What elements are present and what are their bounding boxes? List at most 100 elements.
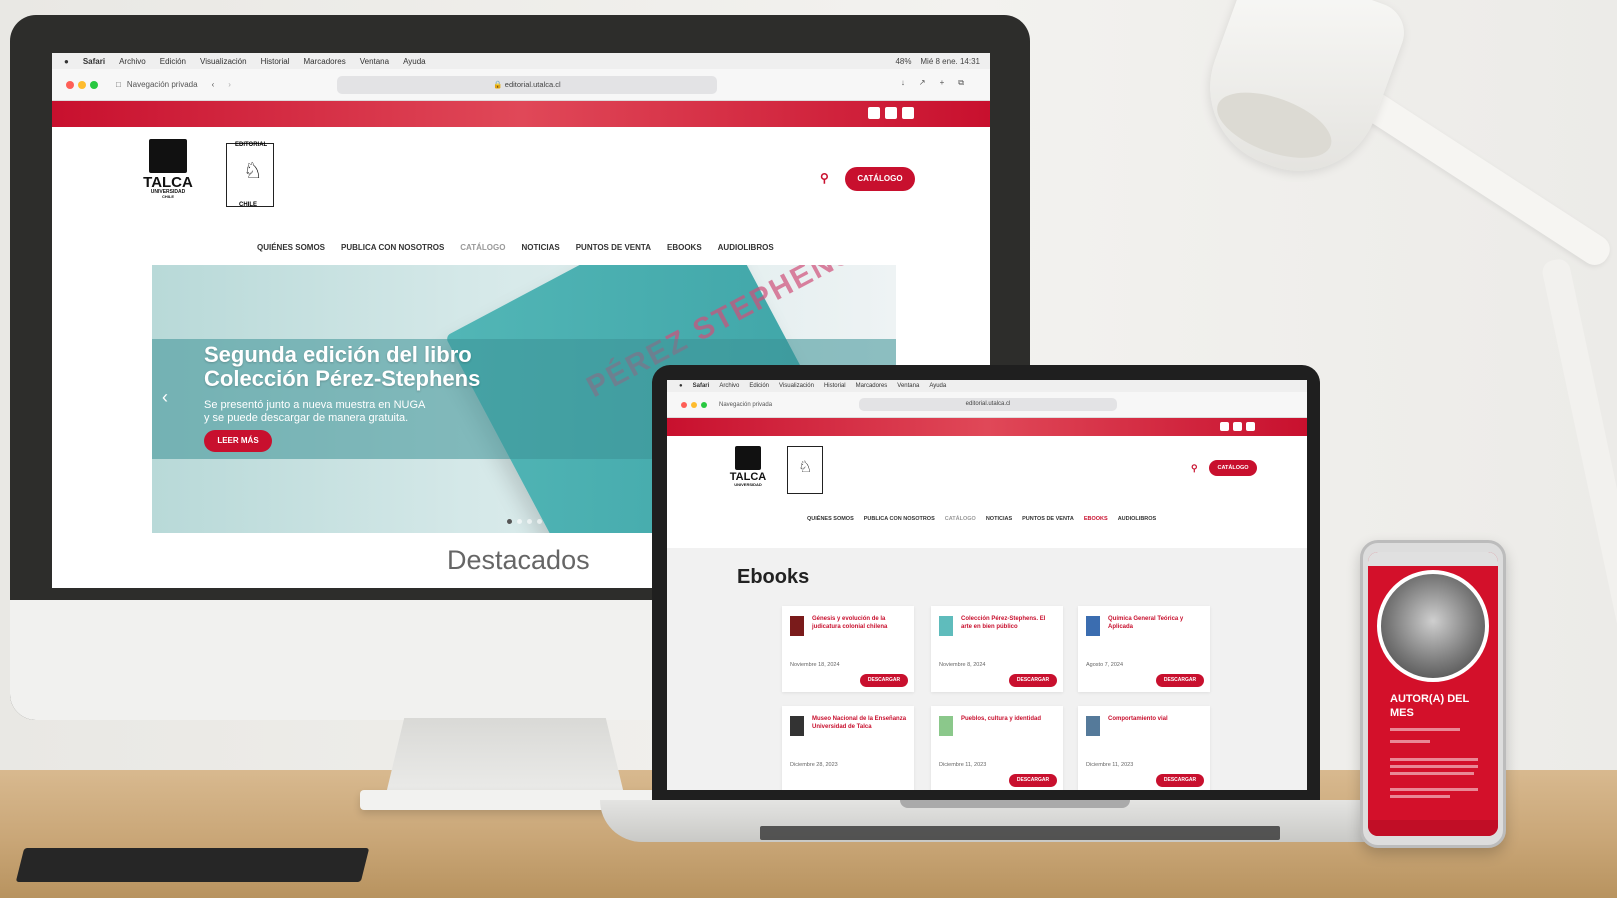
logo-universidad-text: UNIVERSIDAD <box>734 482 762 487</box>
slider-prev-icon[interactable]: ‹ <box>162 387 168 408</box>
slider-dot[interactable] <box>517 519 522 524</box>
slider-dot[interactable] <box>527 519 532 524</box>
utalca-logo[interactable]: TALCA UNIVERSIDAD CHILE <box>138 139 198 199</box>
nav-ebooks[interactable]: EBOOKS <box>667 243 702 252</box>
hero-title-line1: Segunda edición del libro <box>204 342 472 367</box>
ebook-date: Diciembre 28, 2023 <box>790 762 838 768</box>
apple-icon[interactable]: ● <box>679 383 683 389</box>
nav-catalogo[interactable]: CATÁLOGO <box>945 516 976 522</box>
catalog-button[interactable]: CATÁLOGO <box>845 167 915 191</box>
ebook-title[interactable]: Colección Pérez-Stephens. El arte en bie… <box>961 615 1057 631</box>
ebook-title[interactable]: Química General Teórica y Aplicada <box>1108 615 1204 631</box>
instagram-icon[interactable] <box>868 107 880 119</box>
menu-marcadores[interactable]: Marcadores <box>856 383 888 389</box>
twitter-icon[interactable] <box>1233 422 1242 431</box>
slider-dot[interactable] <box>507 519 512 524</box>
toolbar-actions[interactable]: ↓↗+⧉ <box>901 78 978 88</box>
editorial-emblem-icon: ♘ <box>243 158 263 183</box>
minimize-window-button[interactable] <box>78 80 86 89</box>
search-icon[interactable]: ⚲ <box>820 171 829 185</box>
sidebar-icon[interactable]: □ <box>116 80 121 89</box>
author-avatar[interactable] <box>1377 570 1489 682</box>
twitter-icon[interactable] <box>885 107 897 119</box>
zoom-window-button[interactable] <box>90 80 98 89</box>
menu-ayuda[interactable]: Ayuda <box>929 383 946 389</box>
menu-archivo[interactable]: Archivo <box>719 383 739 389</box>
nav-quienes-somos[interactable]: QUIÉNES SOMOS <box>807 516 854 522</box>
search-icon[interactable]: ⚲ <box>1191 463 1198 474</box>
menu-safari[interactable]: Safari <box>83 57 105 66</box>
nav-quienes-somos[interactable]: QUIÉNES SOMOS <box>257 243 325 252</box>
ebook-title[interactable]: Pueblos, cultura y identidad <box>961 715 1057 723</box>
section-title-destacados: Destacados <box>447 545 590 575</box>
download-button[interactable]: DESCARGAR <box>1009 674 1057 687</box>
nav-noticias[interactable]: NOTICIAS <box>521 243 559 252</box>
laptop-menubar: ● Safari Archivo Edición Visualización H… <box>667 380 1307 392</box>
menu-archivo[interactable]: Archivo <box>119 57 146 66</box>
nav-noticias[interactable]: NOTICIAS <box>986 516 1012 522</box>
editorial-logo[interactable]: ♘ <box>787 446 823 494</box>
youtube-icon[interactable] <box>902 107 914 119</box>
black-notebook <box>15 848 370 882</box>
author-of-month-title: AUTOR(A) DEL MES <box>1390 693 1470 719</box>
zoom-window-button[interactable] <box>701 401 707 408</box>
editorial-logo[interactable]: EDITORIAL ♘ CHILE <box>226 142 274 208</box>
minimize-window-button[interactable] <box>691 401 697 408</box>
ebook-card[interactable]: Comportamiento vial Diciembre 11, 2023 D… <box>1078 706 1210 790</box>
ebook-card[interactable]: Pueblos, cultura y identidad Diciembre 1… <box>931 706 1063 790</box>
author-name-line <box>1390 728 1460 731</box>
menu-safari[interactable]: Safari <box>693 383 710 389</box>
address-bar-url: editorial.utalca.cl <box>504 80 561 89</box>
address-bar[interactable]: 🔒 editorial.utalca.cl <box>337 76 717 94</box>
laptop-screen: ● Safari Archivo Edición Visualización H… <box>667 380 1307 790</box>
menu-historial[interactable]: Historial <box>824 383 846 389</box>
text-line <box>1390 788 1478 791</box>
close-window-button[interactable] <box>681 401 687 408</box>
menu-marcadores[interactable]: Marcadores <box>303 57 345 66</box>
download-button[interactable]: DESCARGAR <box>860 674 908 687</box>
text-line <box>1390 758 1478 761</box>
menu-historial[interactable]: Historial <box>261 57 290 66</box>
nav-puntos-de-venta[interactable]: PUNTOS DE VENTA <box>576 243 651 252</box>
ebook-card[interactable]: Colección Pérez-Stephens. El arte en bie… <box>931 606 1063 692</box>
logo-chile-text: CHILE <box>162 194 174 199</box>
nav-audiolibros[interactable]: AUDIOLIBROS <box>1118 516 1157 522</box>
laptop-address-bar[interactable]: editorial.utalca.cl <box>859 398 1117 411</box>
ebook-date: Noviembre 8, 2024 <box>939 662 986 668</box>
youtube-icon[interactable] <box>1246 422 1255 431</box>
download-button[interactable]: DESCARGAR <box>1156 674 1204 687</box>
instagram-icon[interactable] <box>1220 422 1229 431</box>
nav-publica[interactable]: PUBLICA CON NOSOTROS <box>864 516 935 522</box>
ebook-date: Diciembre 11, 2023 <box>939 762 987 768</box>
ebook-title[interactable]: Museo Nacional de la Enseñanza Universid… <box>812 715 908 731</box>
ebook-title[interactable]: Génesis y evolución de la judicatura col… <box>812 615 908 631</box>
menu-ventana[interactable]: Ventana <box>897 383 919 389</box>
menu-ayuda[interactable]: Ayuda <box>403 57 426 66</box>
menu-visualizacion[interactable]: Visualización <box>200 57 247 66</box>
catalog-button[interactable]: CATÁLOGO <box>1209 460 1257 476</box>
ebook-title[interactable]: Comportamiento vial <box>1108 715 1204 723</box>
forward-icon[interactable]: › <box>228 80 231 89</box>
nav-puntos-de-venta[interactable]: PUNTOS DE VENTA <box>1022 516 1074 522</box>
menu-edicion[interactable]: Edición <box>749 383 769 389</box>
close-window-button[interactable] <box>66 80 74 89</box>
phone-footer <box>1368 820 1498 836</box>
read-more-button[interactable]: LEER MÁS <box>204 430 272 452</box>
ebook-card[interactable]: Museo Nacional de la Enseñanza Universid… <box>782 706 914 790</box>
menu-visualizacion[interactable]: Visualización <box>779 383 814 389</box>
back-icon[interactable]: ‹ <box>212 80 215 89</box>
nav-publica[interactable]: PUBLICA CON NOSOTROS <box>341 243 444 252</box>
utalca-logo[interactable]: TALCA UNIVERSIDAD <box>725 446 771 487</box>
download-button[interactable]: DESCARGAR <box>1156 774 1204 787</box>
nav-audiolibros[interactable]: AUDIOLIBROS <box>718 243 774 252</box>
apple-icon[interactable]: ● <box>64 57 69 66</box>
nav-catalogo[interactable]: CATÁLOGO <box>460 243 505 252</box>
slider-dot[interactable] <box>537 519 542 524</box>
ebook-card[interactable]: Génesis y evolución de la judicatura col… <box>782 606 914 692</box>
nav-ebooks[interactable]: EBOOKS <box>1084 516 1108 522</box>
download-button[interactable]: DESCARGAR <box>1009 774 1057 787</box>
menu-edicion[interactable]: Edición <box>160 57 186 66</box>
browser-toolbar: □ Navegación privada ‹ › 🔒 editorial.uta… <box>52 69 990 101</box>
ebook-card[interactable]: Química General Teórica y Aplicada Agost… <box>1078 606 1210 692</box>
menu-ventana[interactable]: Ventana <box>360 57 389 66</box>
